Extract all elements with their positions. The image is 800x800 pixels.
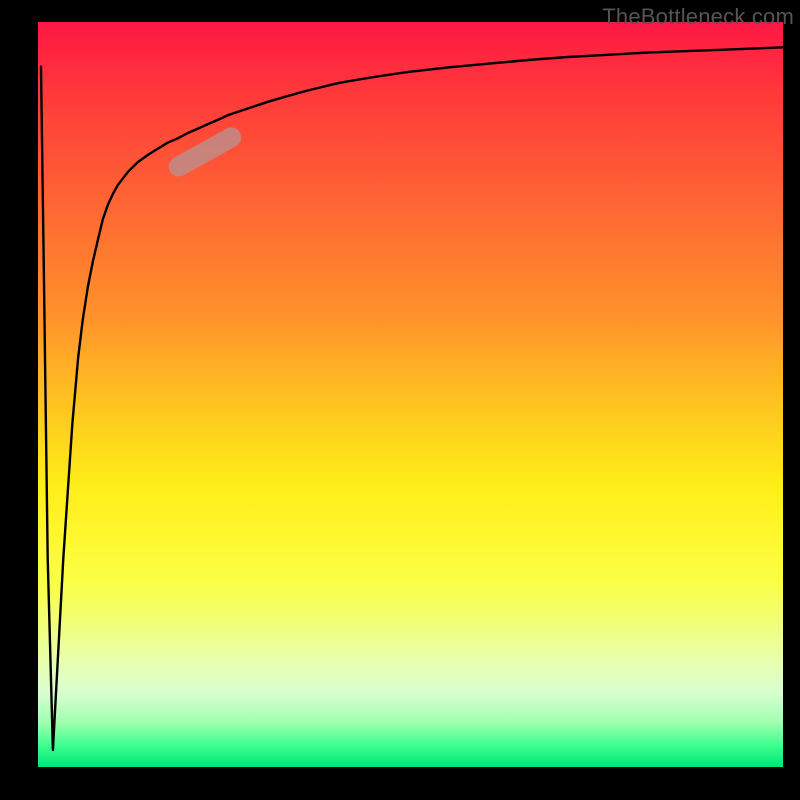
watermark: TheBottleneck.com <box>602 4 794 30</box>
bottleneck-curve <box>0 0 800 800</box>
